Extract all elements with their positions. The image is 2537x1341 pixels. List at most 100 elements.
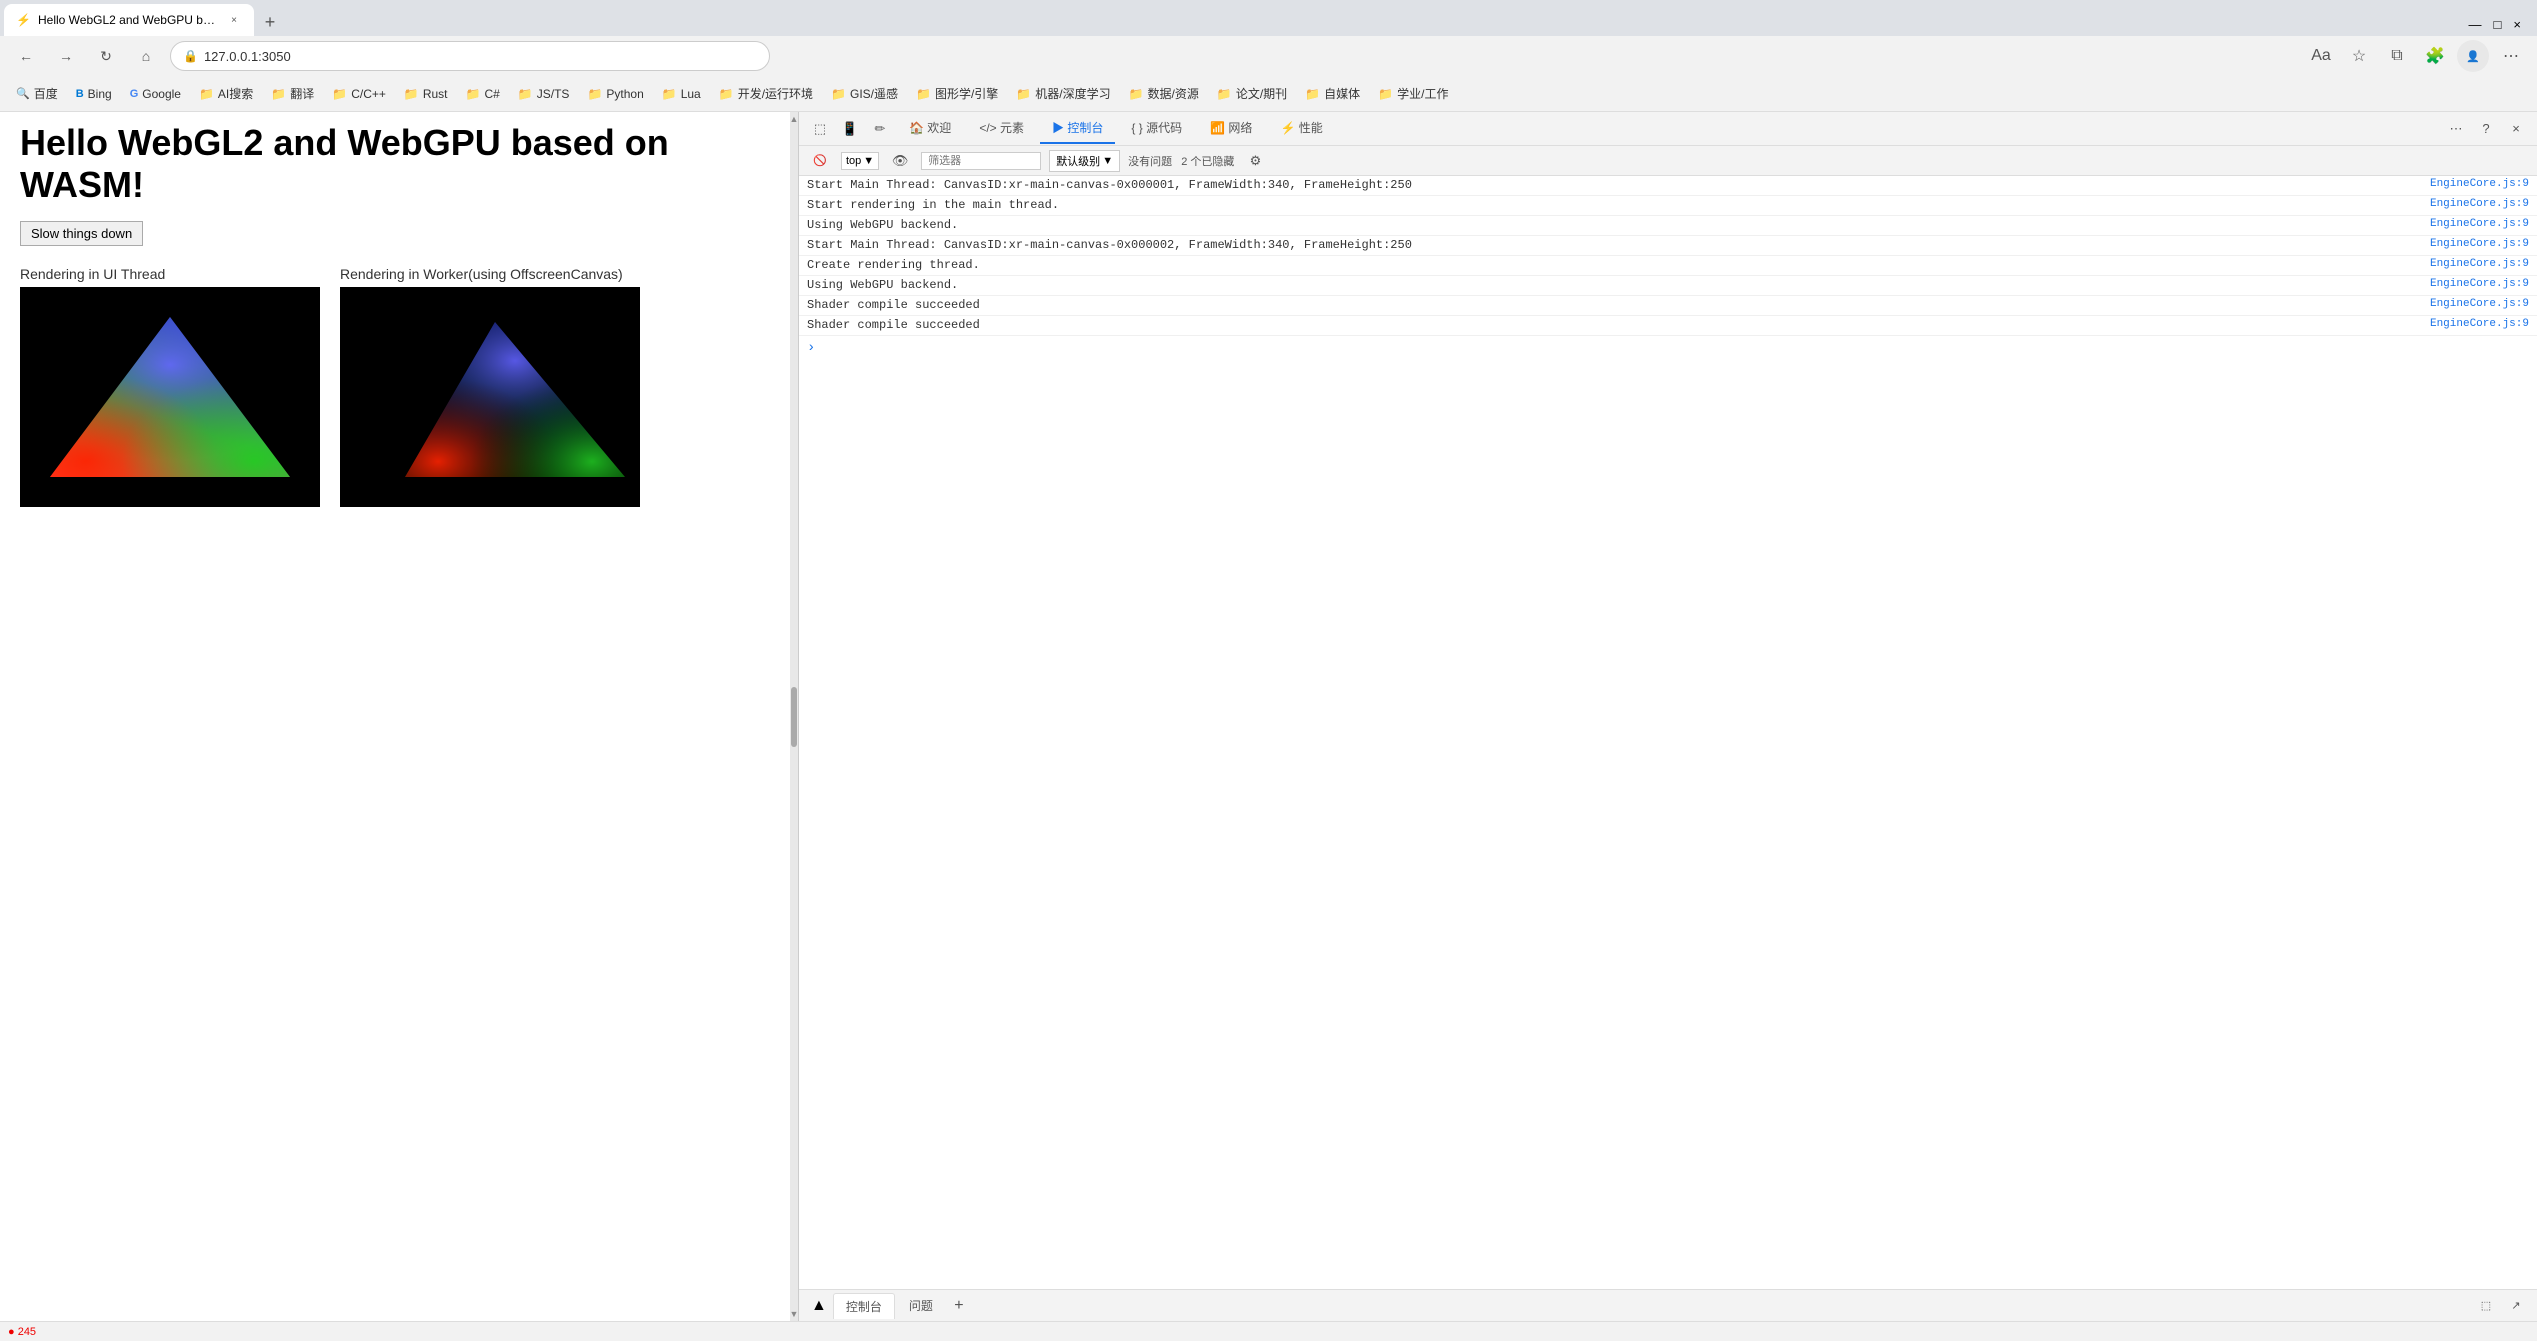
console-clear-button[interactable]: 🚫 <box>807 148 833 174</box>
bookmark-folder-icon: 📁 <box>719 87 734 101</box>
tab-sources[interactable]: { } 源代码 <box>1119 113 1194 144</box>
new-tab-button[interactable]: + <box>254 8 286 36</box>
tab-organizer-button[interactable]: ⧉ <box>2381 40 2413 72</box>
console-toolbar: 🚫 top ▼ 👁 默认级别 ▼ 没有问题 2 个已隐藏 ⚙ <box>799 146 2537 176</box>
bottom-tab-console[interactable]: 控制台 <box>833 1293 895 1319</box>
bookmark-label: 翻译 <box>290 85 314 102</box>
context-dropdown-arrow: ▼ <box>863 155 874 167</box>
console-source-5[interactable]: EngineCore.js:9 <box>2430 278 2529 290</box>
bookmark-bing[interactable]: B Bing <box>68 83 120 105</box>
extensions-button[interactable]: 🧩 <box>2419 40 2451 72</box>
slow-things-down-button[interactable]: Slow things down <box>20 221 143 246</box>
bookmark-百度[interactable]: 🔍 百度 <box>8 81 66 106</box>
address-bar[interactable]: 🔒 127.0.0.1:3050 <box>170 41 770 71</box>
bookmark-label: Rust <box>423 87 448 101</box>
console-message-7: Shader compile succeeded <box>807 318 2430 332</box>
console-message-1: Start rendering in the main thread. <box>807 198 2430 212</box>
console-source-7[interactable]: EngineCore.js:9 <box>2430 318 2529 330</box>
context-selector[interactable]: top ▼ <box>841 152 879 170</box>
bookmark-jsts[interactable]: 📁 JS/TS <box>510 83 578 105</box>
profile-button[interactable]: 👤 <box>2457 40 2489 72</box>
page-title: Hello WebGL2 and WebGPU based on WASM! <box>20 122 770 206</box>
triangle-overlay-green <box>50 317 290 477</box>
menu-button[interactable]: ⋯ <box>2495 40 2527 72</box>
tab-network-label: 网络 <box>1228 121 1252 135</box>
bookmark-data[interactable]: 📁 数据/资源 <box>1121 81 1207 106</box>
bottom-tab-issues[interactable]: 问题 <box>897 1293 945 1318</box>
context-value: top <box>846 155 861 167</box>
webgl-triangle-2 <box>340 287 640 507</box>
inspect-element-button[interactable]: ⬚ <box>807 116 833 142</box>
bookmark-media[interactable]: 📁 自媒体 <box>1297 81 1368 106</box>
console-message-6: Shader compile succeeded <box>807 298 2430 312</box>
device-mode-button[interactable]: 📱 <box>837 116 863 142</box>
sources-icon: { } <box>1131 121 1142 135</box>
console-input[interactable] <box>821 341 2529 355</box>
bookmark-cpp[interactable]: 📁 C/C++ <box>324 83 394 105</box>
bookmark-python[interactable]: 📁 Python <box>579 83 651 105</box>
bookmark-csharp[interactable]: 📁 C# <box>458 83 508 105</box>
tab-close-button[interactable]: × <box>226 12 242 28</box>
reader-view-button[interactable]: Aa <box>2305 40 2337 72</box>
bookmark-folder-icon: 📁 <box>332 87 347 101</box>
devtools-dock-button[interactable]: ⬚ <box>2473 1293 2499 1319</box>
bookmark-label: 百度 <box>34 85 58 102</box>
bookmark-gis[interactable]: 📁 GIS/遥感 <box>823 81 906 106</box>
bookmark-graphics[interactable]: 📁 图形学/引擎 <box>908 81 1006 106</box>
add-panel-button[interactable]: + <box>947 1294 971 1318</box>
home-button[interactable]: ⌂ <box>130 40 162 72</box>
devtools-help-button[interactable]: ? <box>2473 116 2499 142</box>
main-content-area: Hello WebGL2 and WebGPU based on WASM! S… <box>0 112 2537 1321</box>
devtools-toolbar-right: ⋯ ? × <box>2443 116 2529 142</box>
bookmark-翻译[interactable]: 📁 翻译 <box>263 81 322 106</box>
bookmark-folder-icon: 📁 <box>916 87 931 101</box>
console-settings-button[interactable]: ⚙ <box>1242 148 1268 174</box>
refresh-button[interactable]: ↻ <box>90 40 122 72</box>
canvas-worker-thread <box>340 287 640 507</box>
console-eye-button[interactable]: 👁 <box>887 148 913 174</box>
bookmark-paper[interactable]: 📁 论文/期刊 <box>1209 81 1295 106</box>
maximize-button[interactable]: □ <box>2490 13 2506 36</box>
scroll-thumb[interactable] <box>791 687 797 747</box>
console-source-3[interactable]: EngineCore.js:9 <box>2430 238 2529 250</box>
devtools-undock-button[interactable]: ↗ <box>2503 1293 2529 1319</box>
edit-mode-button[interactable]: ✏ <box>867 116 893 142</box>
bottom-scroll-up[interactable]: ▲ <box>807 1295 831 1317</box>
bookmark-ai搜索[interactable]: 📁 AI搜索 <box>191 81 261 106</box>
console-message-4: Create rendering thread. <box>807 258 2430 272</box>
minimize-button[interactable]: — <box>2465 13 2486 36</box>
forward-button[interactable]: → <box>50 40 82 72</box>
tab-welcome[interactable]: 🏠 欢迎 <box>897 113 963 144</box>
canvas-block-worker-thread: Rendering in Worker(using OffscreenCanva… <box>340 266 640 507</box>
bookmark-ml[interactable]: 📁 机器/深度学习 <box>1008 81 1118 106</box>
console-source-0[interactable]: EngineCore.js:9 <box>2430 178 2529 190</box>
bookmark-devenv[interactable]: 📁 开发/运行环境 <box>711 81 821 106</box>
bookmark-study[interactable]: 📁 学业/工作 <box>1370 81 1456 106</box>
tab-network[interactable]: 📶 网络 <box>1198 113 1264 144</box>
tab-elements[interactable]: </> 元素 <box>967 113 1036 144</box>
browser-frame: ⚡ Hello WebGL2 and WebGPU ba... × + — □ … <box>0 0 2537 1341</box>
browser-tab[interactable]: ⚡ Hello WebGL2 and WebGPU ba... × <box>4 4 254 36</box>
console-source-2[interactable]: EngineCore.js:9 <box>2430 218 2529 230</box>
back-button[interactable]: ← <box>10 40 42 72</box>
console-source-4[interactable]: EngineCore.js:9 <box>2430 258 2529 270</box>
bookmark-google[interactable]: G Google <box>122 83 189 105</box>
tab-console[interactable]: ▶ 控制台 <box>1040 113 1115 144</box>
console-filter-input[interactable] <box>921 152 1041 170</box>
tab-performance[interactable]: ⚡ 性能 <box>1268 113 1334 144</box>
star-button[interactable]: ☆ <box>2343 40 2375 72</box>
bookmark-icon-bing: B <box>76 88 84 100</box>
devtools-more-button[interactable]: ⋯ <box>2443 116 2469 142</box>
console-source-6[interactable]: EngineCore.js:9 <box>2430 298 2529 310</box>
console-source-1[interactable]: EngineCore.js:9 <box>2430 198 2529 210</box>
bookmark-label: 图形学/引擎 <box>935 85 998 102</box>
bookmark-label: JS/TS <box>537 87 570 101</box>
devtools-close-button[interactable]: × <box>2503 116 2529 142</box>
bookmark-lua[interactable]: 📁 Lua <box>654 83 709 105</box>
devtools-panel: ⬚ 📱 ✏ 🏠 欢迎 </> 元素 ▶ 控制台 { } <box>798 112 2537 1321</box>
log-level-selector[interactable]: 默认级别 ▼ <box>1049 150 1120 172</box>
console-row-6: Shader compile succeeded EngineCore.js:9 <box>799 296 2537 316</box>
bookmark-rust[interactable]: 📁 Rust <box>396 83 456 105</box>
vertical-scrollbar-divider[interactable]: ▲ ▼ <box>790 112 798 1321</box>
window-close-button[interactable]: × <box>2509 13 2525 36</box>
